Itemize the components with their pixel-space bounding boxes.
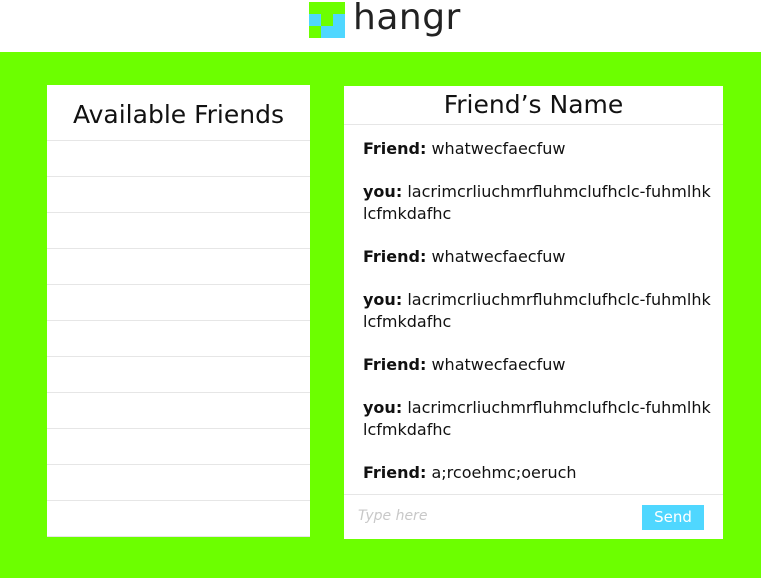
chat-message: Friend: a;rcoehmc;oeruch bbox=[363, 462, 711, 484]
message-text: lacrimcrliuchmrfluhmclufhclc-fuhmlhklcfm… bbox=[363, 290, 711, 331]
friend-list-item[interactable] bbox=[47, 501, 310, 537]
friend-list-item[interactable] bbox=[47, 429, 310, 465]
friend-list bbox=[47, 141, 310, 537]
message-text: whatwecfaecfuw bbox=[431, 247, 566, 266]
top-header: hangr bbox=[0, 0, 761, 52]
brand-logo[interactable]: hangr bbox=[309, 0, 461, 41]
message-text: lacrimcrliuchmrfluhmclufhclc-fuhmlhklcfm… bbox=[363, 182, 711, 223]
friend-list-item[interactable] bbox=[47, 393, 310, 429]
chat-message: Friend: whatwecfaecfuw bbox=[363, 138, 711, 160]
friend-list-item[interactable] bbox=[47, 465, 310, 501]
chat-message: Friend: whatwecfaecfuw bbox=[363, 246, 711, 268]
message-composer: Send bbox=[344, 494, 723, 539]
chat-title: Friend’s Name bbox=[344, 86, 723, 125]
friend-list-item[interactable] bbox=[47, 177, 310, 213]
chat-panel: Friend’s Name Friend: whatwecfaecfuw you:… bbox=[344, 86, 723, 539]
message-list: Friend: whatwecfaecfuw you: lacrimcrliuch… bbox=[344, 125, 723, 494]
send-button[interactable]: Send bbox=[642, 505, 704, 530]
message-text: whatwecfaecfuw bbox=[431, 355, 566, 374]
friend-list-item[interactable] bbox=[47, 321, 310, 357]
friend-list-item[interactable] bbox=[47, 213, 310, 249]
friend-list-item[interactable] bbox=[47, 141, 310, 177]
message-sender: Friend: bbox=[363, 463, 427, 482]
available-friends-title: Available Friends bbox=[47, 85, 310, 141]
message-sender: you: bbox=[363, 290, 403, 309]
chat-message: you: lacrimcrliuchmrfluhmclufhclc-fuhmlh… bbox=[363, 181, 711, 225]
available-friends-panel: Available Friends bbox=[47, 85, 310, 537]
friend-list-item[interactable] bbox=[47, 285, 310, 321]
message-input[interactable] bbox=[358, 505, 628, 527]
friend-list-item[interactable] bbox=[47, 357, 310, 393]
logo-mark-icon bbox=[309, 2, 347, 40]
message-text: a;rcoehmc;oeruch bbox=[431, 463, 577, 482]
message-sender: you: bbox=[363, 398, 403, 417]
chat-message: you: lacrimcrliuchmrfluhmclufhclc-fuhmlh… bbox=[363, 397, 711, 441]
brand-name: hangr bbox=[353, 0, 461, 38]
message-sender: you: bbox=[363, 182, 403, 201]
message-sender: Friend: bbox=[363, 139, 427, 158]
message-text: lacrimcrliuchmrfluhmclufhclc-fuhmlhklcfm… bbox=[363, 398, 711, 439]
message-text: whatwecfaecfuw bbox=[431, 139, 566, 158]
chat-message: Friend: whatwecfaecfuw bbox=[363, 354, 711, 376]
message-sender: Friend: bbox=[363, 247, 427, 266]
message-sender: Friend: bbox=[363, 355, 427, 374]
friend-list-item[interactable] bbox=[47, 249, 310, 285]
chat-message: you: lacrimcrliuchmrfluhmclufhclc-fuhmlh… bbox=[363, 289, 711, 333]
